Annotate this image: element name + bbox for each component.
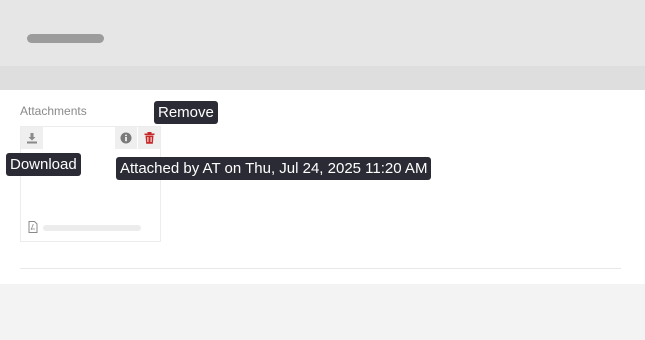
remove-button[interactable] xyxy=(138,127,160,149)
remove-tooltip: Remove xyxy=(154,101,218,124)
filename-placeholder xyxy=(43,225,141,231)
download-tooltip: Download xyxy=(6,153,81,176)
divider xyxy=(20,268,621,269)
top-bar xyxy=(0,0,645,66)
info-icon xyxy=(120,132,132,144)
info-button[interactable] xyxy=(115,127,137,149)
download-button[interactable] xyxy=(21,127,43,149)
title-placeholder xyxy=(27,34,104,43)
content-panel: Attachments xyxy=(0,90,645,284)
attachments-label: Attachments xyxy=(20,104,87,118)
pdf-file-icon xyxy=(28,221,38,233)
trash-icon xyxy=(144,132,154,144)
attachment-card[interactable] xyxy=(20,126,161,242)
sub-bar xyxy=(0,66,645,90)
info-tooltip: Attached by AT on Thu, Jul 24, 2025 11:2… xyxy=(116,157,432,180)
download-icon xyxy=(27,133,37,144)
